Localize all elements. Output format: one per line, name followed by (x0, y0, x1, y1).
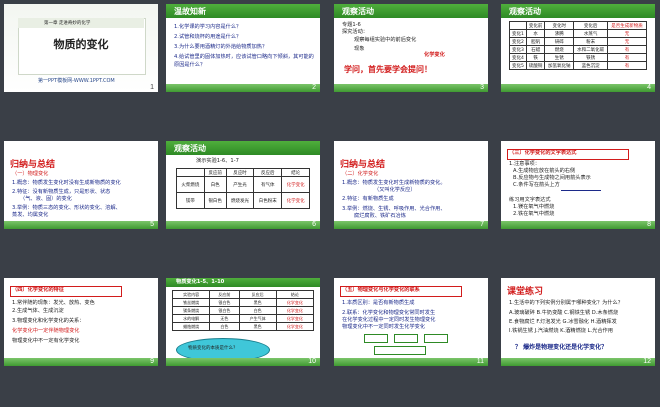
slide-footer-band (334, 221, 488, 229)
slide-line: 1.常伴随的现象：发光、放热、变色 (12, 300, 95, 306)
slide-thumbnail-9[interactable]: （四）化学变化的特征 1.常伴随的现象：发光、放热、变色 2.生成气体、生成沉淀… (4, 278, 158, 366)
slide-footer-band (166, 358, 320, 366)
slide-footer-band (4, 358, 158, 366)
experiment-table: 反应前 反应时 反应后 结论 火柴燃烧 白色 产生光 有气体 化学变化 镁带 银白色 燃烧发光 白色… (176, 168, 310, 209)
slide-footer-band (334, 84, 488, 92)
slide-line: 探究活动： (342, 29, 368, 35)
slide-line: 现象 (354, 46, 365, 52)
slide-line: C.条件写在箭头上方 (513, 182, 560, 188)
slide-footer-band (501, 84, 655, 92)
slide-chapter: 第一章 走进奇妙的化学 (44, 21, 91, 26)
slide-line: 化学变化中一定伴随物理变化 (12, 328, 80, 334)
slide-line: 3.物理变化和化学变化的关系： (12, 318, 85, 324)
slide-subtitle: 演示实验1-6、1-7 (196, 158, 239, 164)
slide-highlight: 化学变化 (424, 52, 445, 58)
slide-question: ？ 爆炸是物理变化还是化学变化？ (515, 344, 608, 351)
slide-header: 课堂练习 (507, 287, 544, 297)
slide-footer-band (166, 84, 320, 92)
observation-table: 变化前 变化时 变化后 是否生成新物质 变化1 水沸腾 水蒸气无 变化2 胆矾 研碎 粉末无 变… (509, 21, 647, 70)
slide-footer-band (501, 221, 655, 229)
slide-header: 观察活动 (509, 7, 541, 16)
slide-footer: 第一PPT模板网-WWW.1PPT.COM (38, 78, 115, 84)
slide-line: 2.试管和烧杯的用途是什么？ (174, 34, 242, 40)
slide-number: 3 (480, 84, 484, 91)
slide-header: 归纳与总结 (10, 160, 56, 170)
slide-header: 观察活动 (174, 144, 206, 153)
slide-number: 9 (150, 358, 154, 365)
slide-line: 物理变化中不一定同时发生化学变化 (342, 324, 426, 330)
slide-line: （气、液、固）的变化 (20, 196, 72, 202)
slide-header: 观察活动 (342, 7, 374, 16)
bubble-text: 物质变化的本质是什么？ (188, 346, 238, 351)
slide-line: I.铁锅生锈 J.汽油燃烧 K.酒精燃烧 L.光合作用 (509, 328, 613, 334)
slide-line: （一）物理变化 (12, 171, 49, 177)
slide-line: 4.给试管里的固体加热时，应该试管口略向下倾斜，其可能的原因是什么？ (174, 54, 314, 68)
slide-line: 观察每组实验中的前后变化 (354, 37, 417, 43)
slide-number: 7 (480, 221, 484, 228)
slide-thumbnail-10[interactable]: 物质变化1-5、1-10 实验内容 反应前 反应后 结论 铁丝燃烧 银白色 黑色 化学变化 … (166, 278, 320, 366)
slide-thumbnail-5[interactable]: 归纳与总结 （一）物理变化 1.概念：物质发生变化时没有生成新物质的变化 2.特… (4, 141, 158, 229)
slide-thumbnail-8[interactable]: （三）化学变化的文字表达式 1.注意事项： A.生成物应放在箭头的右侧 B.反应… (501, 141, 655, 229)
slide-slogan: 学问，首先要学会提问！ (344, 65, 432, 74)
slide-number: 12 (643, 358, 651, 365)
slide-line: 腐烂腐败、铁矿石冶炼 (354, 213, 406, 219)
slide-thumbnail-7[interactable]: 归纳与总结 （二）化学变化 1.概念：物质发生变化时生成新物质的变化。 （又叫化… (334, 141, 488, 229)
slide-thumbnail-12[interactable]: 课堂练习 1.生活中的下列实例分别属于哪种变化？为什么？ A.玻璃破碎 B.牛奶… (501, 278, 655, 366)
slide-header: 归纳与总结 (340, 160, 386, 170)
slide-header: 温故知新 (174, 7, 206, 16)
slide-header: 物质变化1-5、1-10 (176, 279, 225, 285)
slide-footer-band (4, 221, 158, 229)
slide-footer-band (334, 358, 488, 366)
slide-line: 2.特征：有新物质生成 (342, 196, 394, 202)
slide-number: 10 (308, 358, 316, 365)
slide-line: 1.本质区别：是否有新物质生成 (342, 300, 415, 306)
slide-line: （二）化学变化 (342, 171, 379, 177)
slide-thumbnail-6[interactable]: 观察活动 演示实验1-6、1-7 反应前 反应时 反应后 结论 火柴燃烧 白色 产生光 有气… (166, 141, 320, 229)
slide-line: A.玻璃破碎 B.牛奶变酸 C.钢铁生锈 D.木条燃烧 (509, 310, 619, 316)
slide-number: 2 (312, 84, 316, 91)
slide-line: （又叫化学反应） (374, 187, 416, 193)
slide-footer-band (501, 358, 655, 366)
slide-line: 1.生活中的下列实例分别属于哪种变化？为什么？ (509, 300, 623, 306)
slide-footer-band (166, 221, 320, 229)
slide-number: 1 (150, 84, 154, 91)
slide-header: （四）化学变化的特征 (12, 287, 64, 293)
slide-title: 物质的变化 (53, 38, 109, 51)
slide-line: 2.生成气体、生成沉淀 (12, 308, 64, 314)
experiment-table: 实验内容 反应前 反应后 结论 铁丝燃烧 银白色 黑色 化学变化 镁条燃烧 银白色 白色 化学变化… (171, 290, 315, 331)
slide-line: 1.化学课的学习内容是什么？ (174, 24, 242, 30)
slide-thumbnail-11[interactable]: （五）物理变化与化学变化的联系 1.本质区别：是否有新物质生成 2.联系：化学变… (334, 278, 488, 366)
slide-thumbnail-3[interactable]: 观察活动 专题1-6 探究活动： 观察每组实验中的前后变化 现象 化学变化 学问… (334, 4, 488, 92)
slide-number: 4 (647, 84, 651, 91)
slide-line: 2.铁在氧气中燃烧 (513, 211, 555, 217)
slide-number: 8 (647, 221, 651, 228)
slide-line: E.食物腐烂 F.灯泡发光 G.冰雪融化 H.酒精挥发 (509, 319, 617, 325)
slide-line: 1.概念：物质发生变化时没有生成新物质的变化 (12, 180, 121, 186)
slide-number: 11 (476, 358, 484, 365)
slide-line: 物理变化中不一定有化学变化 (12, 338, 80, 344)
slide-line: 3.为什么要用酒精灯的外焰给物质加热？ (174, 44, 268, 50)
slide-thumbnail-4[interactable]: 观察活动 变化前 变化时 变化后 是否生成新物质 变化1 水沸腾 水蒸气无 变化2 胆矾 研碎… (501, 4, 655, 92)
slide-number: 6 (312, 221, 316, 228)
slide-number: 5 (150, 221, 154, 228)
slide-line: 蒸发、均属变化 (12, 212, 49, 218)
slide-thumbnail-2[interactable]: 温故知新 1.化学课的学习内容是什么？ 2.试管和烧杯的用途是什么？ 3.为什么… (166, 4, 320, 92)
slide-header: （五）物理变化与化学变化的联系 (342, 287, 420, 293)
slide-header: （三）化学变化的文字表达式 (509, 150, 577, 156)
slide-thumbnail-1[interactable]: 第一章 走进奇妙的化学 物质的变化 第一PPT模板网-WWW.1PPT.COM … (4, 4, 158, 92)
